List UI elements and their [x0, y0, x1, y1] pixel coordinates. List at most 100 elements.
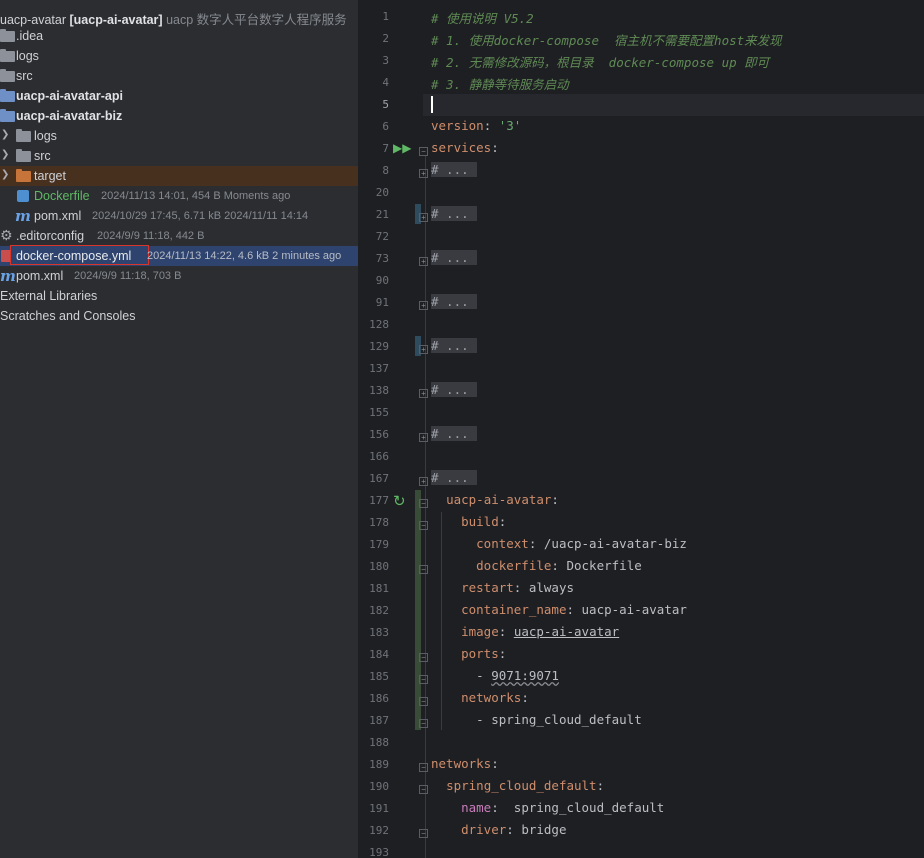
- tree-item-idea[interactable]: .idea: [0, 26, 358, 46]
- rerun-icon[interactable]: ↻: [393, 492, 406, 510]
- folded-block[interactable]: # ...: [431, 338, 477, 353]
- folded-block[interactable]: # ...: [431, 426, 477, 441]
- folded-placeholder[interactable]: # ...: [431, 206, 477, 221]
- code-line-182[interactable]: container_name: uacp-ai-avatar: [431, 602, 687, 617]
- line-number: 91: [375, 296, 389, 309]
- code-line-2[interactable]: # 1. 使用docker-compose 宿主机不需要配置host来发现: [431, 30, 782, 49]
- line-number: 156: [369, 428, 389, 441]
- tree-item-module-biz[interactable]: uacp-ai-avatar-biz: [0, 106, 358, 126]
- tree-item-module-api[interactable]: uacp-ai-avatar-api: [0, 86, 358, 106]
- code-line-7[interactable]: services:: [431, 140, 499, 155]
- fold-toggle[interactable]: +: [419, 257, 428, 266]
- code-line-177[interactable]: uacp-ai-avatar:: [431, 492, 559, 507]
- folded-block[interactable]: # ...: [431, 470, 477, 485]
- fold-toggle[interactable]: −: [419, 697, 428, 706]
- tree-item-dockerfile[interactable]: Dockerfile 2024/11/13 14:01, 454 B Momen…: [0, 186, 358, 206]
- code-line-189[interactable]: networks:: [431, 756, 499, 771]
- yaml-key: networks: [461, 690, 522, 705]
- line-number: 137: [369, 362, 389, 375]
- line-number: 177: [369, 494, 389, 507]
- line-number: 183: [369, 626, 389, 639]
- code-line-179[interactable]: context: /uacp-ai-avatar-biz: [431, 536, 687, 551]
- tree-item-scratches[interactable]: Scratches and Consoles: [0, 306, 358, 326]
- tree-item-biz-src[interactable]: ❯ src: [0, 146, 358, 166]
- folded-block[interactable]: # ...: [431, 294, 477, 309]
- fold-toggle[interactable]: +: [419, 301, 428, 310]
- tree-item-logs[interactable]: logs: [0, 46, 358, 66]
- fold-toggle[interactable]: −: [419, 499, 428, 508]
- folded-block[interactable]: # ...: [431, 382, 477, 397]
- tree-item-label: External Libraries: [0, 289, 98, 303]
- code-line-178[interactable]: build:: [431, 514, 506, 529]
- folded-placeholder[interactable]: # ...: [431, 294, 477, 309]
- line-number: 181: [369, 582, 389, 595]
- fold-toggle[interactable]: +: [419, 477, 428, 486]
- run-services-icon[interactable]: ▶▶: [393, 141, 411, 155]
- chevron-right-icon[interactable]: ❯: [1, 149, 9, 160]
- dockerfile-icon: [17, 190, 29, 202]
- tree-item-biz-pom[interactable]: m pom.xml 2024/10/29 17:45, 6.71 kB 2024…: [0, 206, 358, 226]
- tree-item-external-libraries[interactable]: External Libraries: [0, 286, 358, 306]
- yaml-key: driver: [461, 822, 507, 837]
- fold-toggle[interactable]: −: [419, 147, 428, 156]
- code-line-4[interactable]: # 3. 静静等待服务启动: [431, 74, 569, 93]
- fold-toggle[interactable]: +: [419, 345, 428, 354]
- code-line-3[interactable]: # 2. 无需修改源码，根目录 docker-compose up 即可: [431, 52, 769, 71]
- folded-placeholder[interactable]: # ...: [431, 382, 477, 397]
- code-editor[interactable]: 1 2 3 4 5 6 7 8 20 21 72 73 90 91 128 12…: [359, 0, 924, 858]
- yaml-key: image: [461, 624, 499, 639]
- tree-item-label: docker-compose.yml: [16, 249, 132, 263]
- fold-toggle[interactable]: −: [419, 763, 428, 772]
- folded-placeholder[interactable]: # ...: [431, 162, 477, 177]
- fold-toggle[interactable]: −: [419, 785, 428, 794]
- folded-block[interactable]: # ...: [431, 162, 477, 177]
- code-line-181[interactable]: restart: always: [431, 580, 574, 595]
- code-line-192[interactable]: driver: bridge: [431, 822, 566, 837]
- code-line-1[interactable]: # 使用说明 V5.2: [431, 8, 534, 27]
- tree-item-biz-logs[interactable]: ❯ logs: [0, 126, 358, 146]
- fold-toggle[interactable]: +: [419, 169, 428, 178]
- yaml-key: uacp-ai-avatar: [446, 492, 552, 507]
- fold-toggle[interactable]: −: [419, 653, 428, 662]
- folded-block[interactable]: # ...: [431, 250, 477, 265]
- chevron-right-icon[interactable]: ❯: [1, 169, 9, 180]
- code-line-6[interactable]: version: '3': [431, 118, 521, 133]
- line-number: 179: [369, 538, 389, 551]
- fold-toggle[interactable]: −: [419, 675, 428, 684]
- line-number: 187: [369, 714, 389, 727]
- code-line-187[interactable]: - spring_cloud_default: [431, 712, 642, 727]
- tree-item-src[interactable]: src: [0, 66, 358, 86]
- tree-item-label: uacp-ai-avatar-biz: [16, 109, 123, 123]
- fold-toggle[interactable]: +: [419, 433, 428, 442]
- yaml-key: container_name: [461, 602, 567, 617]
- code-line-180[interactable]: dockerfile: Dockerfile: [431, 558, 642, 573]
- fold-toggle[interactable]: −: [419, 719, 428, 728]
- fold-toggle[interactable]: −: [419, 829, 428, 838]
- tree-item-docker-compose[interactable]: docker-compose.yml 2024/11/13 14:22, 4.6…: [0, 245, 358, 266]
- line-number: 72: [375, 230, 389, 243]
- folded-block[interactable]: # ...: [431, 206, 477, 221]
- text-caret: [431, 96, 433, 113]
- code-line-184[interactable]: ports:: [431, 646, 506, 661]
- code-line-191[interactable]: name: spring_cloud_default: [431, 800, 664, 815]
- fold-toggle[interactable]: −: [419, 521, 428, 530]
- code-line-183[interactable]: image: uacp-ai-avatar: [431, 624, 619, 639]
- tree-root[interactable]: uacp-avatar [uacp-ai-avatar] uacp 数字人平台数…: [0, 6, 358, 27]
- folded-placeholder[interactable]: # ...: [431, 338, 477, 353]
- tree-item-meta: 2024/9/9 11:18, 442 B: [97, 230, 205, 242]
- chevron-right-icon[interactable]: ❯: [1, 129, 9, 140]
- tree-item-label: pom.xml: [16, 269, 64, 283]
- tree-item-biz-target[interactable]: ❯ target: [0, 166, 358, 186]
- folded-placeholder[interactable]: # ...: [431, 470, 477, 485]
- fold-toggle[interactable]: +: [419, 389, 428, 398]
- folded-placeholder[interactable]: # ...: [431, 250, 477, 265]
- code-line-185[interactable]: - 9071:9071: [431, 668, 559, 683]
- folded-placeholder[interactable]: # ...: [431, 426, 477, 441]
- tree-item-root-pom[interactable]: m pom.xml 2024/9/9 11:18, 703 B: [0, 266, 358, 286]
- fold-toggle[interactable]: −: [419, 565, 428, 574]
- project-tree[interactable]: uacp-avatar [uacp-ai-avatar] uacp 数字人平台数…: [0, 0, 359, 858]
- code-line-186[interactable]: networks:: [431, 690, 529, 705]
- code-line-190[interactable]: spring_cloud_default:: [431, 778, 604, 793]
- tree-item-editorconfig[interactable]: ⚙ .editorconfig 2024/9/9 11:18, 442 B: [0, 226, 358, 246]
- fold-toggle[interactable]: +: [419, 213, 428, 222]
